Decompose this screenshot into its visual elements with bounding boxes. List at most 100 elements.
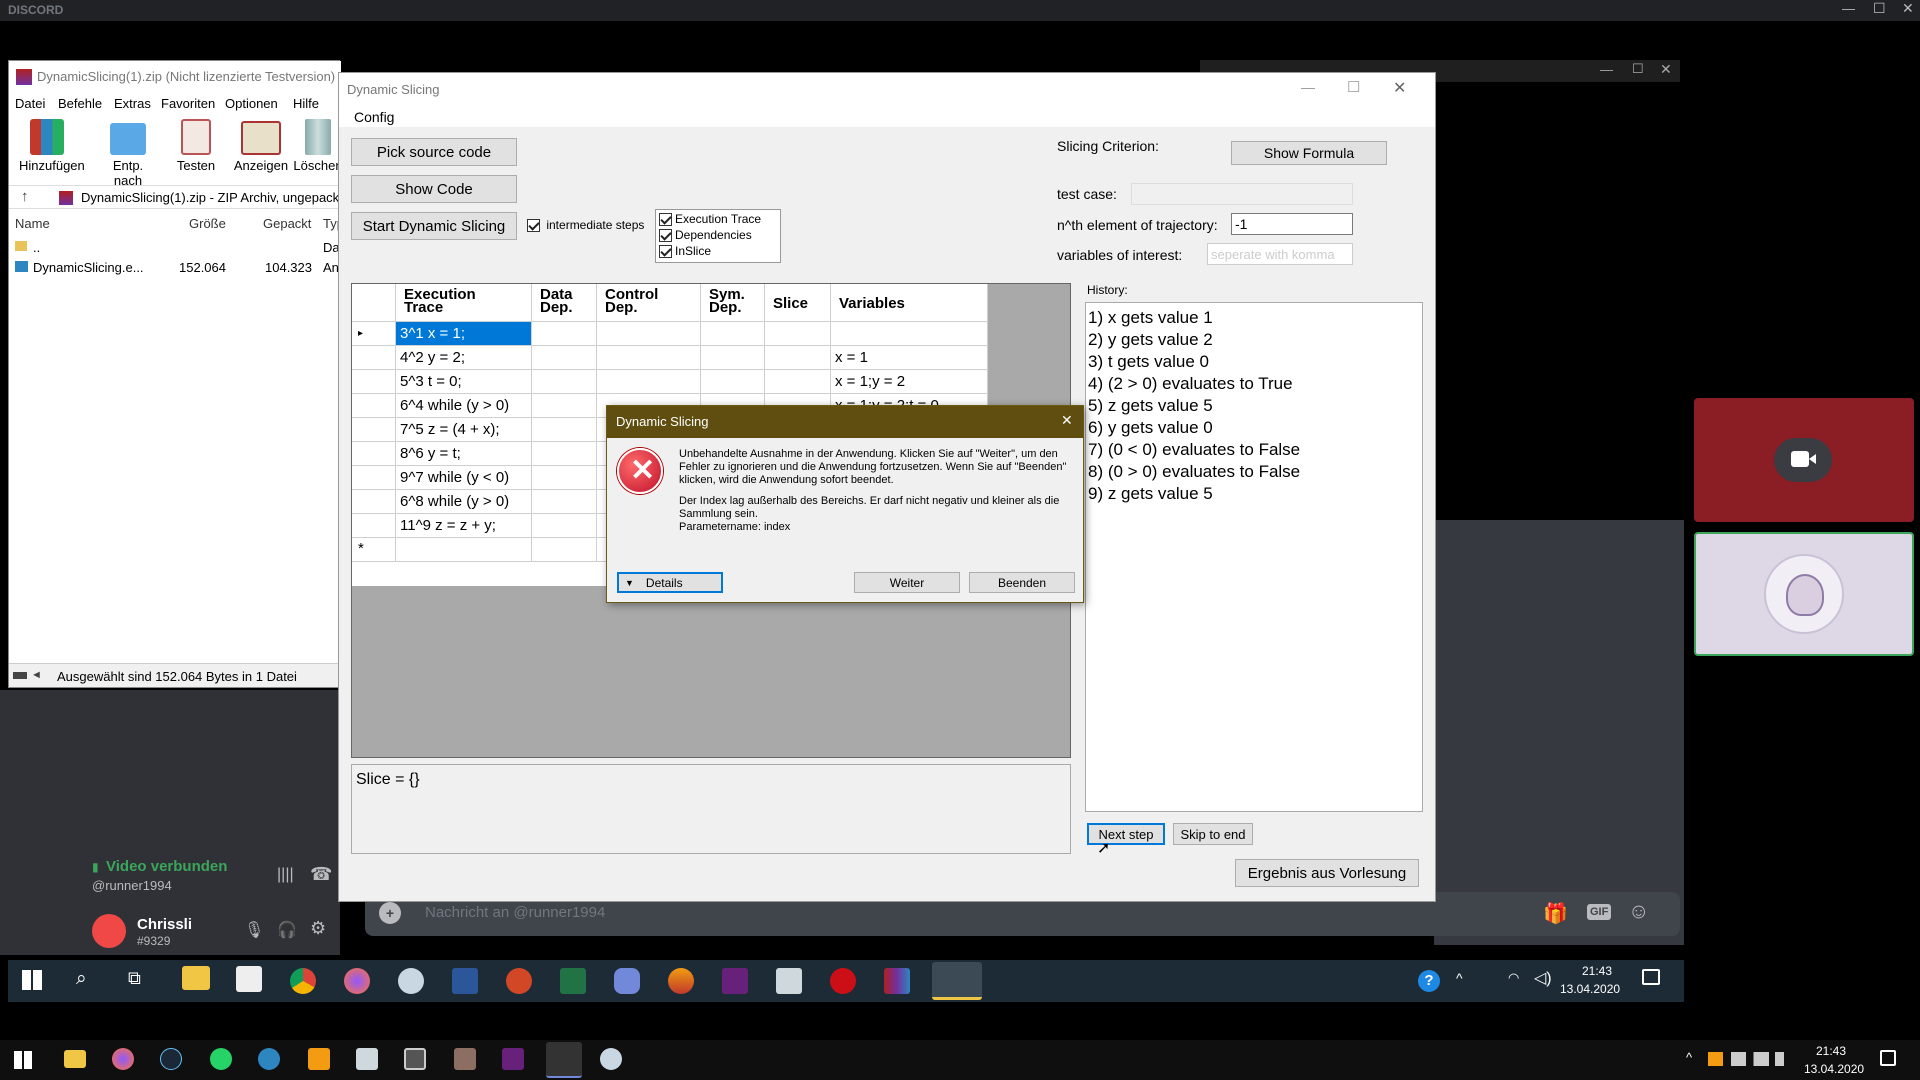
app-flame-icon[interactable] <box>668 968 694 994</box>
discord-icon[interactable] <box>614 968 640 994</box>
delete-button[interactable]: Löschen <box>292 117 344 179</box>
video-tile-camera[interactable] <box>1694 398 1914 522</box>
col-size[interactable]: Größe <box>189 216 226 231</box>
visual-studio-icon[interactable] <box>722 968 748 994</box>
maximize-icon[interactable]: ☐ <box>1347 78 1360 96</box>
dynamic-slicing-icon[interactable] <box>932 962 982 1000</box>
close-icon[interactable]: ✕ <box>1902 0 1914 17</box>
trace-cell[interactable]: 8^6 y = t; <box>396 442 532 466</box>
headphones-icon[interactable]: 🎧 <box>277 920 297 940</box>
variables-cell[interactable]: x = 1 <box>831 346 988 370</box>
variables-cell[interactable]: x = 1;y = 2 <box>831 370 988 394</box>
grid-cell[interactable] <box>532 466 597 490</box>
col-slice[interactable]: Slice <box>765 284 831 322</box>
gif-button[interactable]: GIF <box>1587 904 1612 920</box>
discord-icon[interactable] <box>546 1042 582 1078</box>
start-slicing-button[interactable]: Start Dynamic Slicing <box>351 212 517 240</box>
col-variables[interactable]: Variables <box>831 284 988 322</box>
start-icon[interactable] <box>14 1051 32 1069</box>
word-icon[interactable] <box>452 968 478 994</box>
video-tile-avatar[interactable] <box>1694 532 1914 656</box>
trace-cell[interactable]: 7^5 z = (4 + x); <box>396 418 532 442</box>
inslice-checkbox[interactable]: InSlice <box>659 244 711 259</box>
nth-element-field[interactable]: -1 <box>1231 213 1353 235</box>
firefox-icon[interactable] <box>112 1048 134 1070</box>
gift-icon[interactable]: 🎁 <box>1543 901 1568 926</box>
table-row[interactable]: 4^2 y = 2; x = 1 <box>352 346 988 370</box>
test-button[interactable]: Testen <box>171 117 221 179</box>
menu-config[interactable]: Config <box>354 109 394 125</box>
minimize-icon[interactable]: — <box>1842 1 1855 16</box>
menu-extras[interactable]: Extras <box>114 96 151 111</box>
search-icon[interactable]: ⌕ <box>76 968 87 990</box>
test-case-field[interactable] <box>1131 183 1353 205</box>
intermediate-steps-checkbox[interactable]: intermediate steps <box>527 218 644 233</box>
grid-cell[interactable] <box>701 322 765 346</box>
menu-favoriten[interactable]: Favoriten <box>161 96 215 111</box>
dependencies-checkbox[interactable]: Dependencies <box>659 228 752 243</box>
trace-cell[interactable]: 9^7 while (y < 0) <box>396 466 532 490</box>
store-icon[interactable] <box>236 966 262 992</box>
quit-button[interactable]: Beenden <box>969 572 1075 593</box>
table-row[interactable]: 5^3 t = 0; x = 1;y = 2 <box>352 370 988 394</box>
view-button[interactable]: Anzeigen <box>229 117 293 179</box>
trace-cell[interactable]: 6^8 while (y > 0) <box>396 490 532 514</box>
grid-cell[interactable] <box>597 322 701 346</box>
media-player-icon[interactable] <box>308 1048 330 1070</box>
result-lecture-button[interactable]: Ergebnis aus Vorlesung <box>1235 859 1419 887</box>
grid-cell[interactable] <box>532 370 597 394</box>
app-window-icon[interactable] <box>356 1048 378 1070</box>
visual-studio-icon[interactable] <box>502 1048 524 1070</box>
paint-icon[interactable] <box>398 968 424 994</box>
show-code-button[interactable]: Show Code <box>351 175 517 203</box>
menu-hilfe[interactable]: Hilfe <box>293 96 319 111</box>
trace-cell[interactable]: 3^1 x = 1; <box>396 322 532 346</box>
grid-cell[interactable] <box>532 418 597 442</box>
maximize-icon[interactable]: ☐ <box>1873 0 1886 17</box>
grid-cell[interactable] <box>532 538 597 562</box>
excel-icon[interactable] <box>560 968 586 994</box>
list-item[interactable]: DynamicSlicing.e... 152.064 104.323 An <box>9 257 341 277</box>
messenger-icon[interactable] <box>258 1048 280 1070</box>
paint-icon[interactable] <box>600 1048 622 1070</box>
maximize-icon[interactable]: ☐ <box>1632 61 1644 77</box>
execution-trace-checkbox[interactable]: Execution Trace <box>659 212 761 227</box>
chrome-icon[interactable] <box>290 968 316 994</box>
trace-cell[interactable]: 5^3 t = 0; <box>396 370 532 394</box>
whatsapp-icon[interactable] <box>210 1048 232 1070</box>
chevron-up-icon[interactable]: ^ <box>1456 970 1463 986</box>
details-button[interactable]: ▼ Details <box>617 572 723 593</box>
screen-share-icon[interactable]: |||| <box>277 866 294 884</box>
dialog-close-icon[interactable]: ✕ <box>1061 412 1073 429</box>
microphone-icon[interactable]: 🎙 <box>244 920 264 940</box>
grid-cell[interactable] <box>701 370 765 394</box>
variables-cell[interactable] <box>831 322 988 346</box>
up-arrow-icon[interactable]: ↑ <box>21 188 29 205</box>
winrar-icon[interactable] <box>884 968 910 994</box>
grid-cell[interactable] <box>532 514 597 538</box>
trace-cell[interactable]: 11^9 z = z + y; <box>396 514 532 538</box>
close-icon[interactable]: ✕ <box>1393 78 1406 98</box>
grid-cell[interactable] <box>597 346 701 370</box>
list-item[interactable]: .. Da <box>9 237 341 257</box>
col-control-dep[interactable]: Control Dep. <box>597 284 701 322</box>
emoji-icon[interactable]: ☺ <box>1628 900 1649 924</box>
gear-icon[interactable]: ⚙ <box>310 918 326 939</box>
extract-button[interactable]: Entp. nach <box>97 117 159 188</box>
menu-datei[interactable]: Datei <box>15 96 45 111</box>
table-row[interactable]: ▸ 3^1 x = 1; <box>352 322 988 346</box>
file-explorer-icon[interactable] <box>64 1050 86 1068</box>
col-packed[interactable]: Gepackt <box>263 216 311 231</box>
task-view-icon[interactable]: ⧉ <box>128 968 141 989</box>
pick-source-button[interactable]: Pick source code <box>351 138 517 166</box>
disconnect-icon[interactable]: ☎ <box>310 864 332 885</box>
game-icon[interactable] <box>454 1048 476 1070</box>
app-window-icon[interactable] <box>776 968 802 994</box>
show-formula-button[interactable]: Show Formula <box>1231 141 1387 165</box>
skip-to-end-button[interactable]: Skip to end <box>1173 823 1253 845</box>
col-sym-dep[interactable]: Sym. Dep. <box>701 284 765 322</box>
col-name[interactable]: Name <box>15 216 50 231</box>
grid-cell[interactable] <box>532 322 597 346</box>
grid-cell[interactable] <box>597 370 701 394</box>
chevron-up-icon[interactable]: ^ <box>1686 1050 1692 1065</box>
